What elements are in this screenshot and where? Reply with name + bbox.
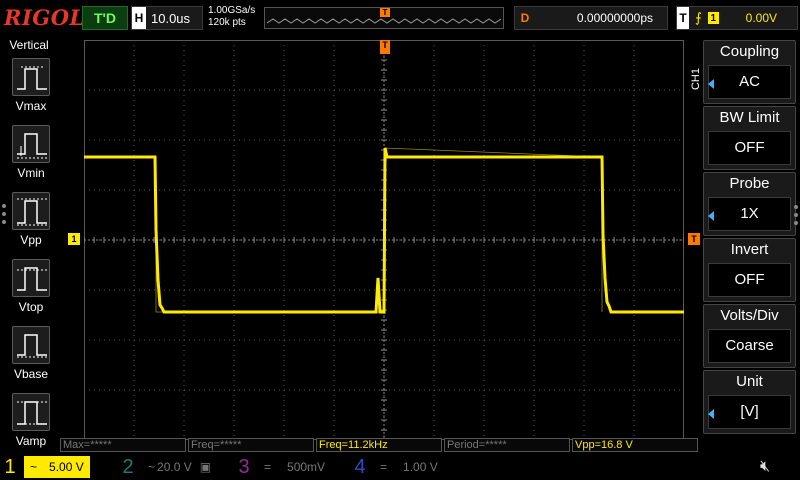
- channel-2-number: 2: [122, 455, 134, 478]
- channel-3-info: = 500mV: [258, 456, 331, 478]
- ac-coupling-icon: ~: [148, 460, 156, 474]
- vpp-icon: [12, 192, 50, 230]
- waveform-display[interactable]: [84, 40, 684, 440]
- measure-menu-title: Vertical: [9, 38, 49, 52]
- measure-vamp-label: Vamp: [15, 434, 47, 448]
- measure-vbase[interactable]: Vbase: [9, 326, 53, 381]
- measure-vpp[interactable]: Vpp: [9, 192, 53, 247]
- channel-bar: 1 ~ 5.00 V 2 ~ 20.0 V ▣ 3 = 500mV 4 = 1.…: [0, 454, 800, 480]
- channel-2-status[interactable]: 2 ~ 20.0 V ▣: [118, 454, 234, 480]
- vbase-icon: [12, 326, 50, 364]
- probe-arrow-icon: [708, 211, 714, 221]
- menu-bw-limit-title: BW Limit: [719, 109, 780, 126]
- trigger-source: 1: [707, 12, 719, 24]
- menu-page-dots: [2, 204, 6, 228]
- probe-icon: ▣: [199, 460, 212, 474]
- ch1-offset-marker[interactable]: 1: [68, 233, 80, 245]
- menu-unit[interactable]: Unit [V]: [703, 370, 796, 434]
- measure-menu: Vertical Vmax Vmin Vpp Vtop Vbase Vamp: [0, 36, 58, 452]
- menu-coupling-title: Coupling: [719, 43, 780, 60]
- channel-4-number: 4: [354, 455, 366, 478]
- measure-vbase-label: Vbase: [13, 367, 49, 381]
- measurement-item[interactable]: Max=*****: [60, 438, 186, 452]
- trigger-level-marker[interactable]: T: [688, 233, 700, 245]
- delay-display[interactable]: D 0.00000000ps: [514, 6, 668, 30]
- menu-unit-value: [V]: [708, 395, 791, 429]
- channel-side-label: CH1: [690, 68, 702, 91]
- trigger-level: 0.00V: [745, 11, 777, 25]
- measure-vmin-label: Vmin: [17, 166, 45, 180]
- trigger-time-marker[interactable]: T: [380, 40, 390, 54]
- channel-4-info: = 1.00 V: [374, 456, 444, 478]
- ac-coupling-icon: ~: [30, 460, 38, 474]
- channel-3-status[interactable]: 3 = 500mV: [234, 454, 350, 480]
- menu-volts-div[interactable]: Volts/Div Coarse: [703, 304, 796, 368]
- run-status-indicator[interactable]: T'D: [82, 6, 128, 30]
- channel-3-scale: 500mV: [287, 460, 326, 474]
- menu-invert-title: Invert: [730, 241, 769, 258]
- graticule: [84, 40, 684, 440]
- unit-arrow-icon: [708, 409, 714, 419]
- channel-4-status[interactable]: 4 = 1.00 V: [350, 454, 466, 480]
- menu-volts-div-value: Coarse: [708, 329, 791, 363]
- menu-volts-div-title: Volts/Div: [720, 307, 779, 324]
- measure-vmin[interactable]: Vmin: [9, 125, 53, 180]
- status-bar: RIGOL T'D H 10.0us 1.00GSa/s 120k pts T …: [0, 0, 800, 36]
- sample-rate: 1.00GSa/s: [208, 5, 256, 16]
- timebase-label: H: [132, 7, 146, 29]
- measure-vtop-label: Vtop: [18, 300, 44, 314]
- memory-position-bar[interactable]: T: [264, 7, 504, 29]
- rising-edge-icon: ⨍: [695, 10, 702, 25]
- channel-1-status[interactable]: 1 ~ 5.00 V: [0, 454, 118, 480]
- vamp-icon: [12, 393, 50, 431]
- dc-coupling-icon: =: [380, 460, 388, 474]
- measure-vmax[interactable]: Vmax: [9, 58, 53, 113]
- trigger-label: T: [677, 7, 689, 29]
- delay-value: 0.00000000ps: [576, 11, 653, 25]
- menu-unit-title: Unit: [736, 373, 763, 390]
- channel-menu: Coupling AC BW Limit OFF Probe 1X Invert…: [703, 40, 800, 436]
- channel-1-number: 1: [4, 455, 16, 478]
- measurement-item[interactable]: Vpp=16.8 V: [572, 438, 698, 452]
- dc-coupling-icon: =: [264, 460, 272, 474]
- channel-4-scale: 1.00 V: [403, 460, 438, 474]
- vmax-icon: [12, 58, 50, 96]
- vmin-icon: [12, 125, 50, 163]
- menu-page-dots-right: [794, 205, 798, 229]
- measure-vpp-label: Vpp: [20, 233, 42, 247]
- sound-muted-icon[interactable]: 🔇︎: [760, 458, 770, 476]
- ch1-waveform-trace: [84, 147, 684, 314]
- channel-1-scale: 5.00 V: [49, 460, 84, 474]
- trigger-position-marker: T: [380, 8, 390, 17]
- menu-probe-title: Probe: [729, 175, 770, 192]
- menu-coupling-value: AC: [708, 65, 791, 99]
- trigger-display[interactable]: T ⨍ 1 0.00V: [676, 6, 798, 30]
- timebase-value: 10.0us: [151, 10, 191, 26]
- menu-invert-value: OFF: [708, 263, 791, 297]
- menu-bw-limit-value: OFF: [708, 131, 791, 165]
- channel-2-info: ~ 20.0 V ▣: [142, 456, 217, 478]
- menu-probe[interactable]: Probe 1X: [703, 172, 796, 236]
- measure-vamp[interactable]: Vamp: [9, 393, 53, 448]
- measurement-item[interactable]: Freq=11.2kHz: [316, 438, 442, 452]
- channel-1-info: ~ 5.00 V: [24, 456, 90, 478]
- menu-invert[interactable]: Invert OFF: [703, 238, 796, 302]
- delay-label: D: [520, 11, 530, 25]
- channel-2-scale: 20.0 V: [157, 460, 192, 474]
- channel-3-number: 3: [238, 455, 250, 478]
- measurement-item[interactable]: Freq=*****: [188, 438, 314, 452]
- memory-depth: 120k pts: [208, 17, 246, 28]
- menu-bw-limit[interactable]: BW Limit OFF: [703, 106, 796, 170]
- menu-probe-value: 1X: [708, 197, 791, 231]
- vtop-icon: [12, 259, 50, 297]
- measurement-results: Max=***** Freq=***** Freq=11.2kHz Period…: [60, 438, 700, 452]
- acquisition-info: 1.00GSa/s 120k pts: [208, 5, 255, 29]
- measure-vtop[interactable]: Vtop: [9, 259, 53, 314]
- coupling-arrow-icon: [708, 79, 714, 89]
- measure-vmax-label: Vmax: [15, 99, 47, 113]
- rigol-logo: RIGOL: [4, 5, 85, 30]
- timebase-display[interactable]: H 10.0us: [131, 6, 203, 30]
- measurement-item[interactable]: Period=*****: [444, 438, 570, 452]
- menu-coupling[interactable]: Coupling AC: [703, 40, 796, 104]
